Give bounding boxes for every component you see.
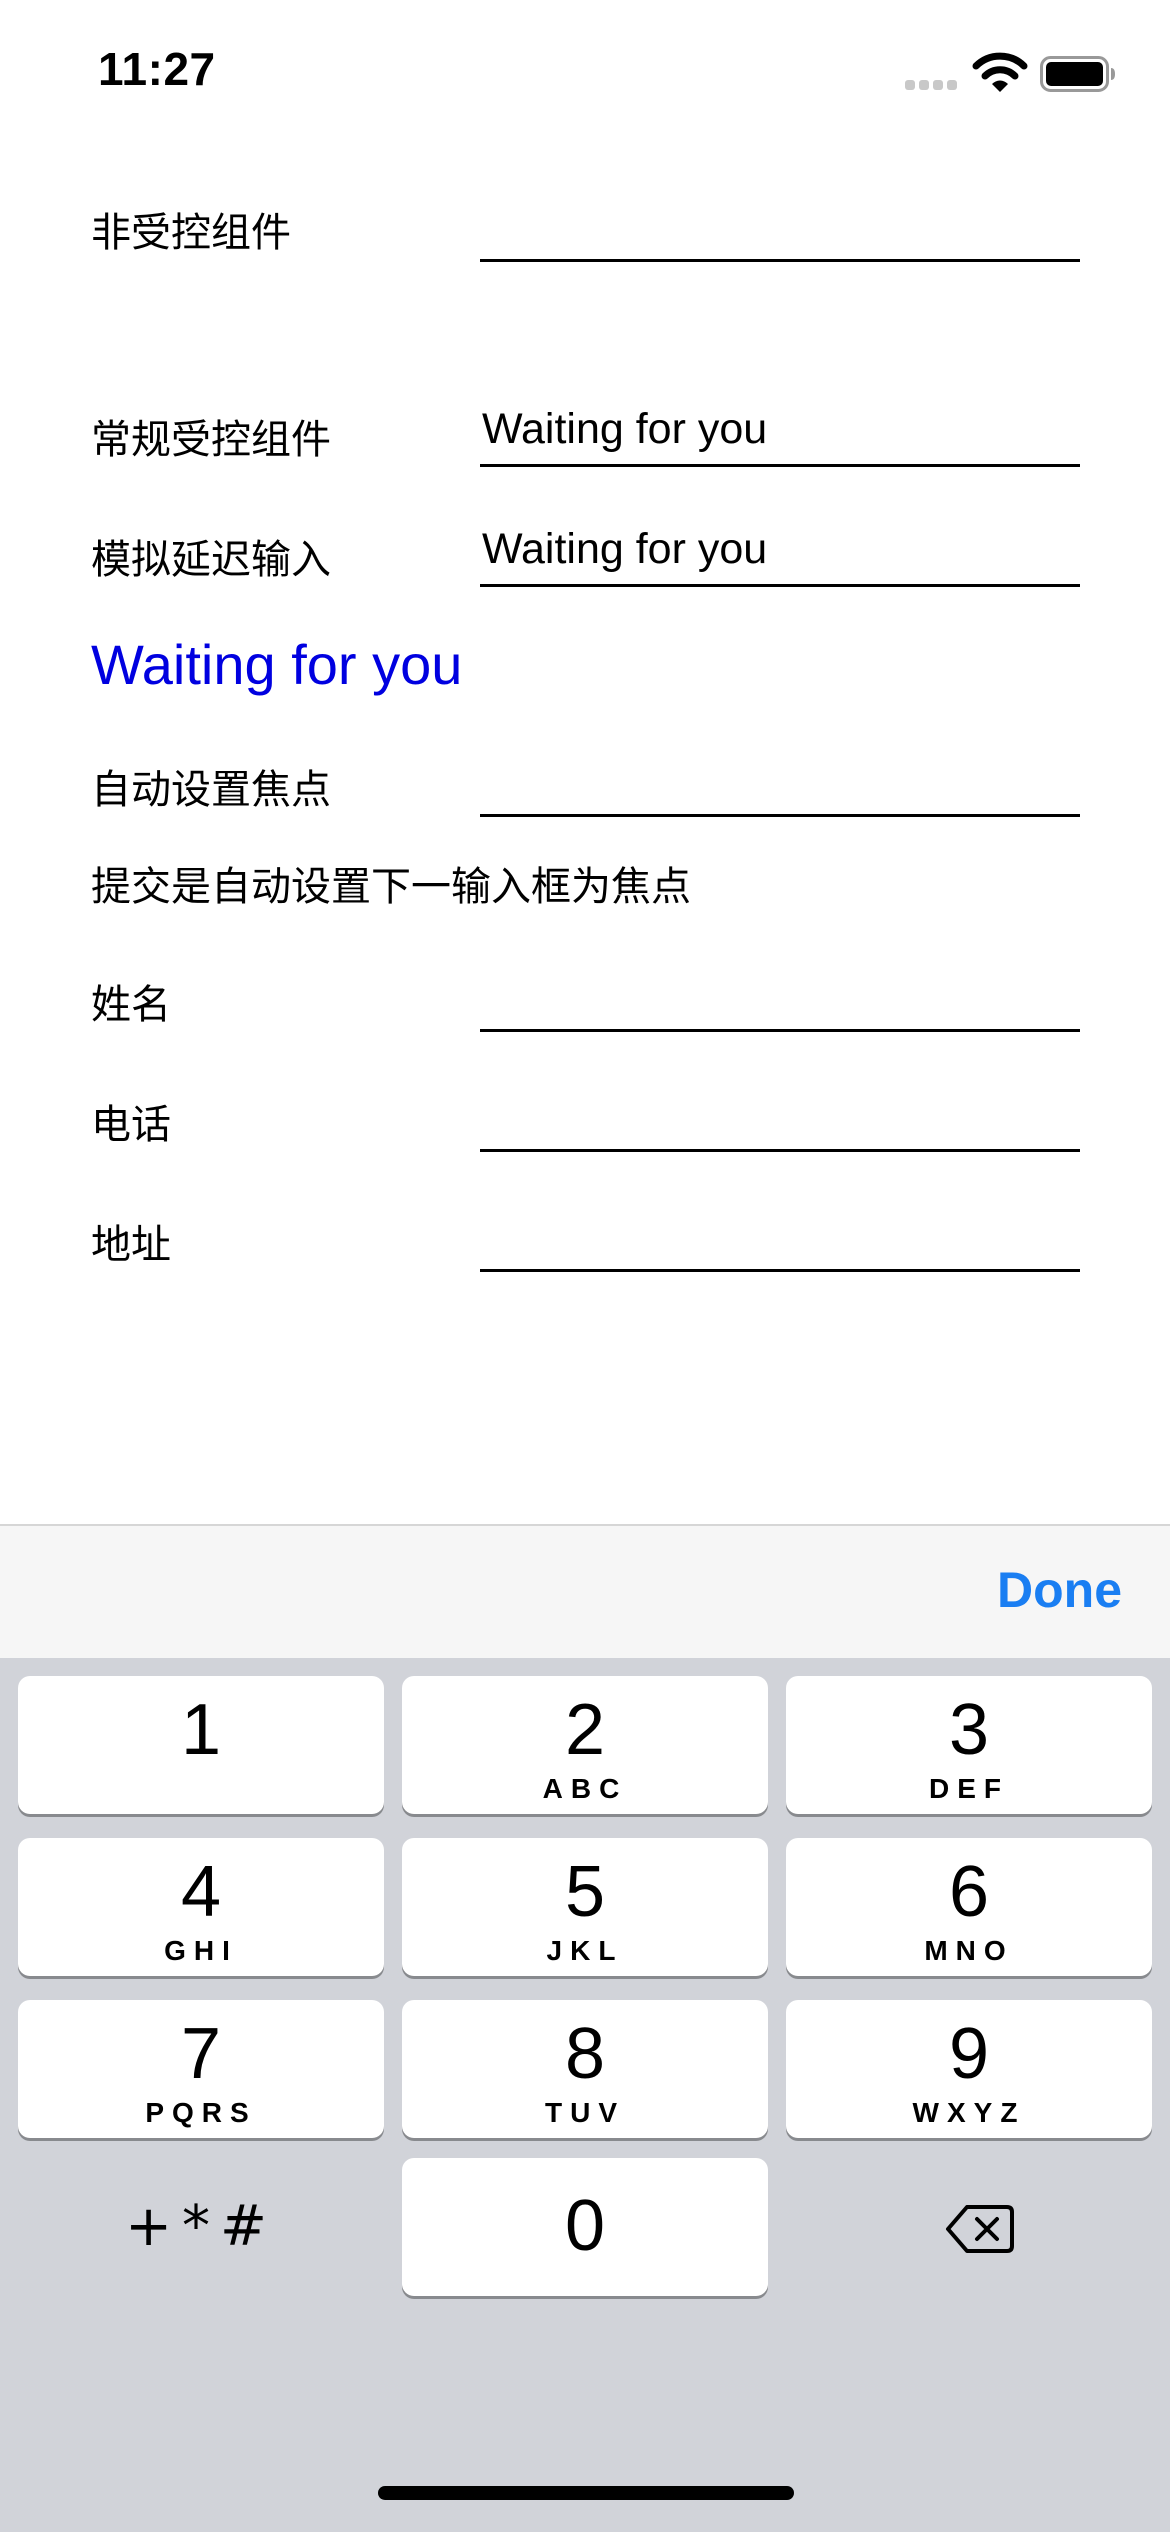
home-indicator[interactable] [378, 2486, 794, 2500]
delete-key[interactable] [786, 2158, 1152, 2296]
mirror-text: Waiting for you [91, 633, 463, 696]
key-0[interactable]: 0 [402, 2158, 768, 2296]
debounced-label: 模拟延迟输入 [91, 537, 331, 583]
key-digit: 6 [948, 1852, 990, 1932]
name-input[interactable] [480, 966, 1080, 1032]
done-button[interactable]: Done [997, 1560, 1122, 1620]
backspace-icon [946, 2205, 1014, 2253]
name-label: 姓名 [91, 982, 171, 1028]
address-input[interactable] [480, 1206, 1080, 1272]
autofocus-input[interactable] [480, 751, 1080, 817]
key-2[interactable]: 2 ABC [402, 1676, 768, 1814]
form: 非受控组件 常规受控组件 模拟延迟输入 Waiting for you 自动设置… [0, 0, 1170, 1520]
key-9[interactable]: 9 WXYZ [786, 2000, 1152, 2138]
key-5[interactable]: 5 JKL [402, 1838, 768, 1976]
key-letters: GHI [164, 1935, 238, 1966]
key-6[interactable]: 6 MNO [786, 1838, 1152, 1976]
key-4[interactable]: 4 GHI [18, 1838, 384, 1976]
autofocus-label: 自动设置焦点 [91, 767, 331, 813]
uncontrolled-input[interactable] [480, 196, 1080, 262]
key-letters: MNO [924, 1935, 1014, 1966]
key-1[interactable]: 1 [18, 1676, 384, 1814]
uncontrolled-label: 非受控组件 [91, 210, 291, 256]
key-letters: PQRS [145, 2097, 257, 2128]
key-letters: TUV [545, 2097, 625, 2128]
key-8[interactable]: 8 TUV [402, 2000, 768, 2138]
key-digit: 0 [564, 2186, 606, 2266]
key-letters: JKL [546, 1935, 624, 1966]
phone-label: 电话 [91, 1102, 171, 1148]
phone-input[interactable] [480, 1086, 1080, 1152]
symbols-key[interactable]: +*# [18, 2158, 384, 2296]
key-digit: 2 [564, 1690, 606, 1770]
debounced-input[interactable] [480, 521, 1080, 587]
submit-hint: 提交是自动设置下一输入框为焦点 [91, 864, 691, 910]
controlled-label: 常规受控组件 [91, 417, 331, 463]
key-3[interactable]: 3 DEF [786, 1676, 1152, 1814]
key-digit: 5 [564, 1852, 606, 1932]
key-7[interactable]: 7 PQRS [18, 2000, 384, 2138]
key-letters: WXYZ [912, 2097, 1026, 2128]
number-keypad: 1 2 ABC 3 DEF 4 GHI 5 JKL 6 MNO 7 PQRS 8… [0, 1658, 1170, 2532]
key-letters: ABC [542, 1773, 628, 1804]
key-digit: 4 [180, 1852, 222, 1932]
key-digit: 3 [948, 1690, 990, 1770]
key-letters: DEF [929, 1773, 1009, 1804]
key-digit: 9 [948, 2014, 990, 2094]
key-digit: 1 [180, 1690, 222, 1770]
key-digit: 7 [180, 2014, 222, 2094]
keyboard-accessory-bar: Done [0, 1524, 1170, 1658]
key-digit: 8 [564, 2014, 606, 2094]
address-label: 地址 [91, 1222, 171, 1268]
controlled-input[interactable] [480, 401, 1080, 467]
